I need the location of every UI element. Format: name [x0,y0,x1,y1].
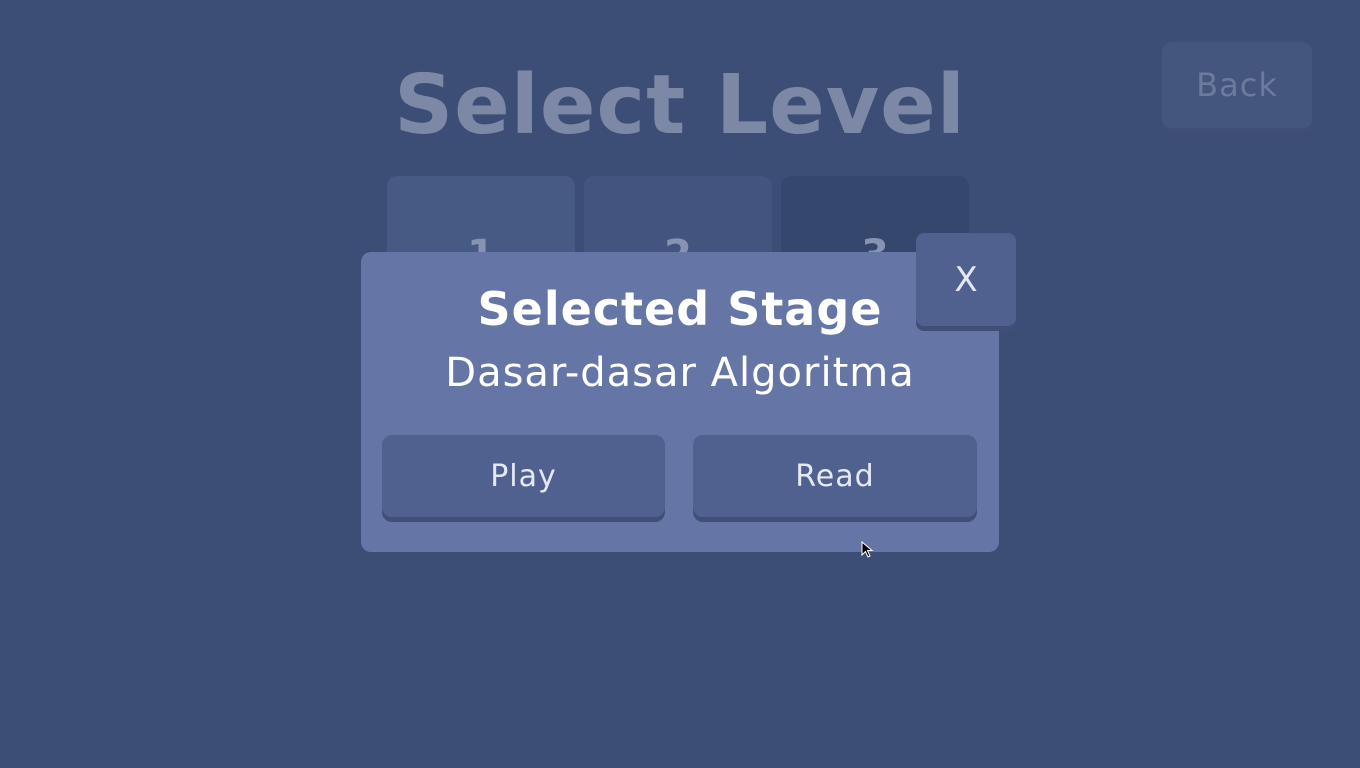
read-button[interactable]: Read [693,435,977,517]
selected-stage-dialog: Selected Stage Dasar-dasar Algoritma Pla… [361,252,999,552]
page-title: Select Level [394,58,966,153]
stage-name: Dasar-dasar Algoritma [445,350,915,396]
mouse-cursor-icon [861,541,874,558]
dialog-title: Selected Stage [477,282,883,336]
back-button[interactable]: Back [1162,42,1312,128]
close-button[interactable]: X [916,233,1016,326]
level-select-screen: Select Level Back 1 2 3 Selected Stage D… [0,0,1360,768]
play-button[interactable]: Play [382,435,665,517]
